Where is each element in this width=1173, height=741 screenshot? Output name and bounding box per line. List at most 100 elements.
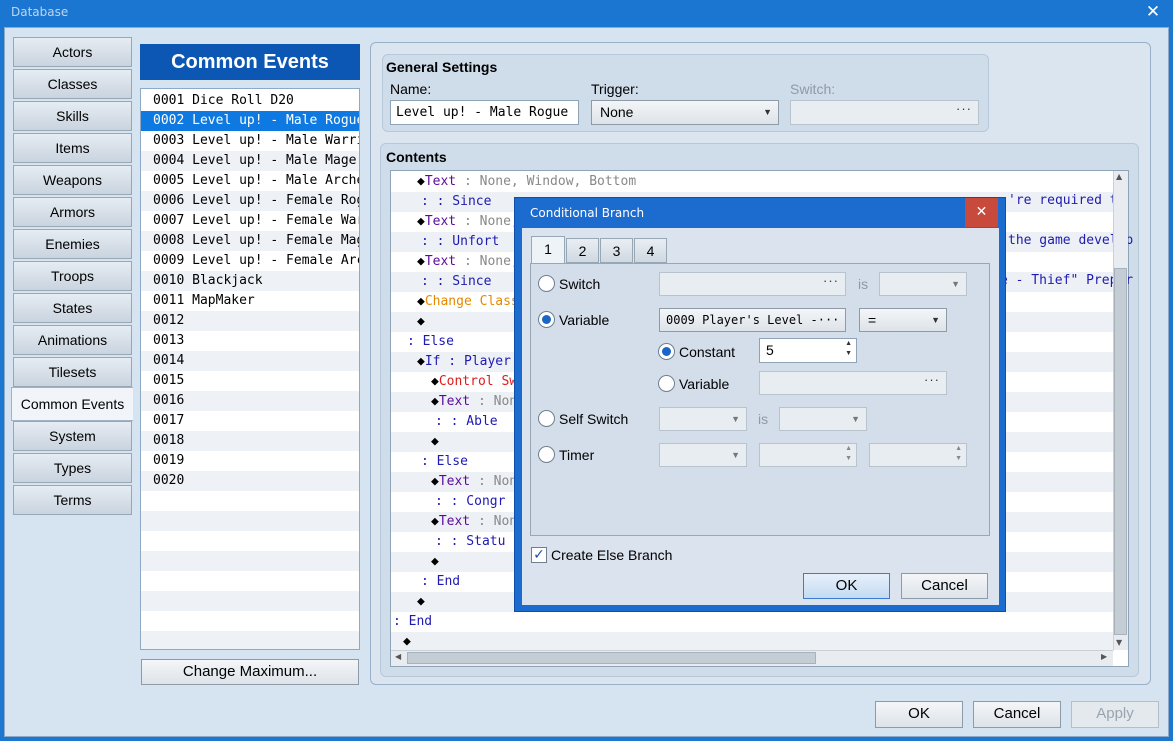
variable-radio[interactable] [538, 311, 555, 328]
vertical-scroll-thumb[interactable] [1114, 268, 1127, 635]
command-text-fragment: 're required to [1008, 193, 1126, 208]
constant-radio[interactable] [658, 343, 675, 360]
common-events-list[interactable]: 0001 Dice Roll D20 0002 Level up! - Male… [140, 88, 360, 650]
constant-value: 5 [766, 342, 774, 358]
is-label: is [858, 276, 869, 292]
command-row[interactable]: : End [391, 612, 1114, 632]
spin-arrows-icon[interactable]: ▲ ▼ [845, 339, 852, 359]
dialog-tab-2[interactable]: 2 [566, 238, 599, 263]
switch-state-select[interactable]: ▼ [879, 272, 967, 296]
nav-tab-weapons[interactable]: Weapons [13, 165, 132, 195]
apply-button[interactable]: Apply [1071, 701, 1159, 728]
dialog-title: Conditional Branch [530, 206, 645, 220]
dialog-close-icon[interactable]: ✕ [965, 198, 998, 227]
list-item[interactable]: 0004 Level up! - Male Mage [141, 151, 359, 171]
spin-arrows-icon[interactable]: ▲ ▼ [845, 444, 852, 464]
timer-seconds-stepper[interactable]: ▲ ▼ [869, 443, 967, 467]
list-item[interactable]: 0020 [141, 471, 359, 491]
command-row[interactable]: ◆Text : None, Window, Bottom [391, 172, 1114, 192]
list-item[interactable]: 0012 [141, 311, 359, 331]
timer-compare-select[interactable]: ▼ [659, 443, 747, 467]
nav-tab-common-events[interactable]: Common Events [11, 387, 133, 421]
scroll-right-icon[interactable]: ▶ [1101, 652, 1107, 661]
constant-value-stepper[interactable]: 5 ▲ ▼ [759, 338, 857, 363]
timer-radio[interactable] [538, 446, 555, 463]
window-close-icon[interactable]: ✕ [1142, 2, 1164, 24]
nav-tab-types[interactable]: Types [13, 453, 132, 483]
window-titlebar [0, 0, 1173, 27]
nav-tab-states[interactable]: States [13, 293, 132, 323]
list-item[interactable]: 0005 Level up! - Male Archer [141, 171, 359, 191]
dialog-tab-3[interactable]: 3 [600, 238, 633, 263]
nav-tab-tilesets[interactable]: Tilesets [13, 357, 132, 387]
list-item[interactable]: 0015 [141, 371, 359, 391]
scroll-up-icon[interactable]: ▲ [1116, 172, 1122, 181]
list-row-empty [141, 531, 359, 551]
nav-tab-troops[interactable]: Troops [13, 261, 132, 291]
ok-button[interactable]: OK [875, 701, 963, 728]
scroll-left-icon[interactable]: ◀ [395, 652, 401, 661]
nav-tab-classes[interactable]: Classes [13, 69, 132, 99]
dialog-cancel-button[interactable]: Cancel [901, 573, 988, 599]
name-input[interactable]: Level up! - Male Rogue [390, 100, 579, 125]
create-else-label: Create Else Branch [551, 547, 673, 563]
timer-label: Timer [559, 447, 595, 463]
switch-id-picker[interactable]: ··· [659, 272, 846, 296]
list-item[interactable]: 0019 [141, 451, 359, 471]
operator-select[interactable]: = ▼ [859, 308, 947, 332]
horizontal-scroll-thumb[interactable] [407, 652, 816, 664]
self-switch-radio[interactable] [538, 410, 555, 427]
command-row[interactable]: ◆ [391, 632, 1114, 652]
list-item[interactable]: 0003 Level up! - Male Warrior [141, 131, 359, 151]
timer-minutes-stepper[interactable]: ▲ ▼ [759, 443, 857, 467]
nav-tab-enemies[interactable]: Enemies [13, 229, 132, 259]
list-item[interactable]: 0001 Dice Roll D20 [141, 91, 359, 111]
spin-arrows-icon[interactable]: ▲ ▼ [955, 444, 962, 464]
list-item[interactable]: 0008 Level up! - Female Mage [141, 231, 359, 251]
list-item[interactable]: 0018 [141, 431, 359, 451]
self-switch-state-select[interactable]: ▼ [779, 407, 867, 431]
list-item[interactable]: 0009 Level up! - Female Archer [141, 251, 359, 271]
variable-id-picker[interactable]: 0009 Player's Level -··· [659, 308, 846, 332]
chevron-down-icon: ▼ [851, 414, 860, 424]
list-item[interactable]: 0010 Blackjack [141, 271, 359, 291]
operand-variable-picker[interactable]: ··· [759, 371, 947, 395]
list-item[interactable]: 0014 [141, 351, 359, 371]
list-row-empty [141, 551, 359, 571]
list-row-empty [141, 591, 359, 611]
list-row-empty [141, 631, 359, 649]
self-switch-select[interactable]: ▼ [659, 407, 747, 431]
nav-tab-armors[interactable]: Armors [13, 197, 132, 227]
operand-variable-radio[interactable] [658, 375, 675, 392]
list-item[interactable]: 0011 MapMaker [141, 291, 359, 311]
cancel-button[interactable]: Cancel [973, 701, 1061, 728]
operand-variable-label: Variable [679, 376, 730, 392]
nav-tab-skills[interactable]: Skills [13, 101, 132, 131]
dialog-ok-button[interactable]: OK [803, 573, 890, 599]
change-maximum-button[interactable]: Change Maximum... [141, 659, 359, 685]
dialog-tab-4[interactable]: 4 [634, 238, 667, 263]
nav-tab-items[interactable]: Items [13, 133, 132, 163]
common-events-header: Common Events [140, 44, 360, 80]
nav-tab-system[interactable]: System [13, 421, 132, 451]
list-item[interactable]: 0013 [141, 331, 359, 351]
list-item[interactable]: 0017 [141, 411, 359, 431]
list-item[interactable]: 0006 Level up! - Female Rogue [141, 191, 359, 211]
contents-title: Contents [386, 149, 447, 165]
nav-tab-animations[interactable]: Animations [13, 325, 132, 355]
switch-radio[interactable] [538, 275, 555, 292]
trigger-select[interactable]: None ▼ [591, 100, 779, 125]
is-label: is [758, 411, 769, 427]
nav-tab-terms[interactable]: Terms [13, 485, 132, 515]
switch-picker[interactable]: ··· [790, 100, 979, 125]
variable-id-value: 0009 Player's Level -··· [666, 313, 840, 327]
create-else-checkbox[interactable]: ✓ [531, 547, 547, 563]
list-item-selected[interactable]: 0002 Level up! - Male Rogue [141, 111, 359, 131]
ellipsis-icon: ··· [823, 273, 839, 288]
nav-tab-actors[interactable]: Actors [13, 37, 132, 67]
constant-radio-label: Constant [679, 344, 736, 360]
list-item[interactable]: 0016 [141, 391, 359, 411]
scroll-down-icon[interactable]: ▼ [1116, 638, 1122, 647]
dialog-tab-1[interactable]: 1 [531, 236, 565, 264]
list-item[interactable]: 0007 Level up! - Female Warr… [141, 211, 359, 231]
